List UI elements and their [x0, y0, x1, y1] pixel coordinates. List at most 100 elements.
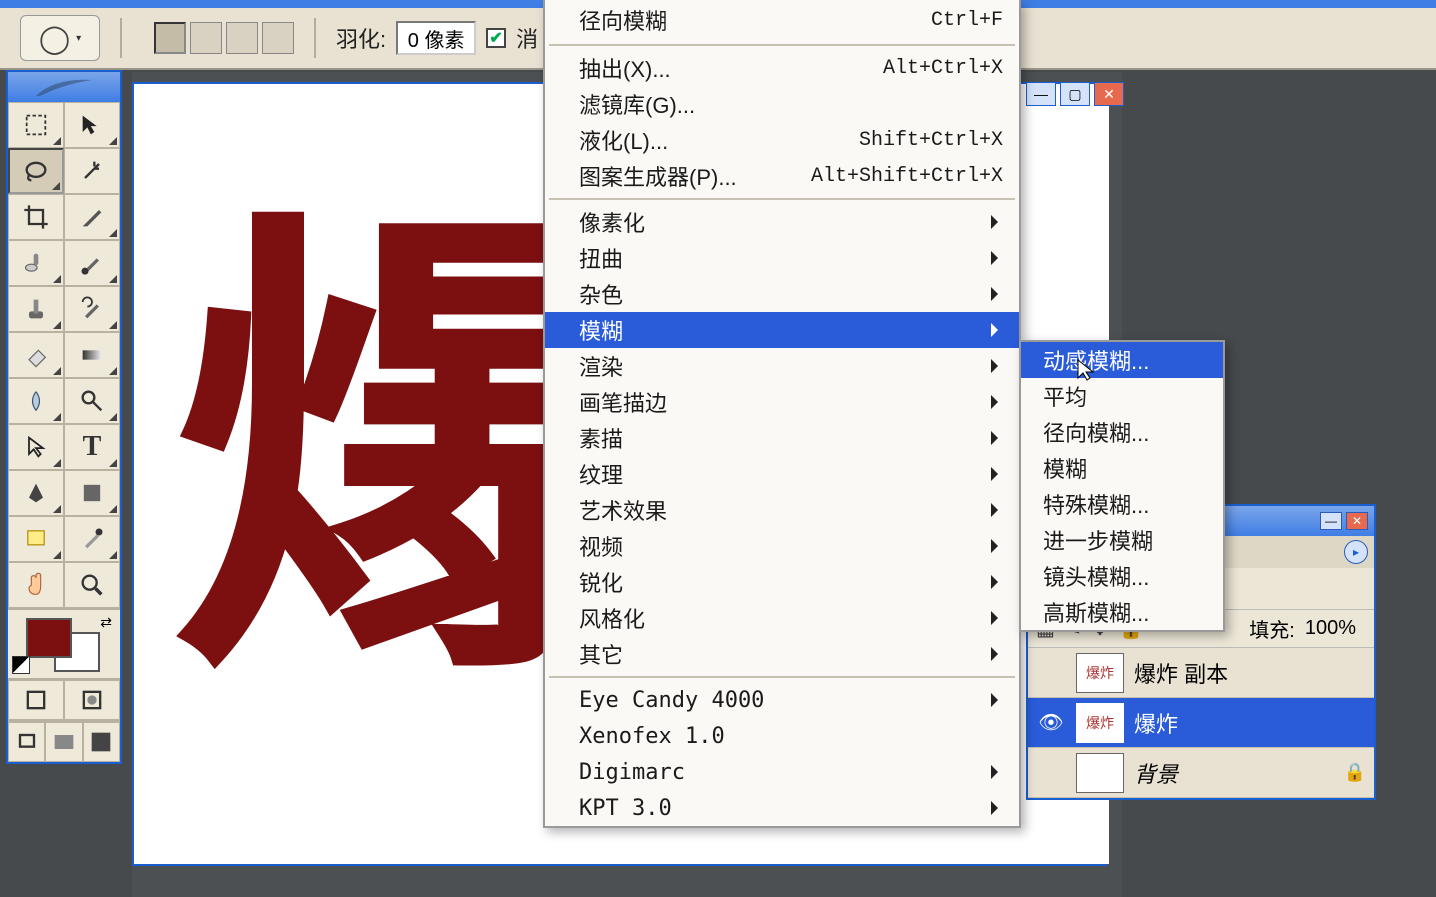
default-colors-icon[interactable]	[12, 656, 30, 674]
menu-brush-strokes[interactable]: 画笔描边	[545, 384, 1019, 420]
eraser-tool[interactable]	[8, 332, 64, 378]
standard-mode-button[interactable]	[8, 680, 64, 720]
layer-thumbnail[interactable]: 爆炸	[1076, 703, 1124, 743]
layer-row[interactable]: 👁 爆炸 爆炸	[1028, 698, 1374, 748]
antialias-checkbox[interactable]: ✔	[486, 28, 506, 48]
submenu-arrow-icon	[991, 575, 1005, 589]
layer-name[interactable]: 背景	[1134, 757, 1178, 789]
eyedropper-tool[interactable]	[64, 516, 120, 562]
foreground-color-swatch[interactable]	[26, 618, 72, 658]
layer-row[interactable]: 背景 🔒	[1028, 748, 1374, 798]
crop-tool[interactable]	[8, 194, 64, 240]
panel-minimize-button[interactable]: —	[1320, 512, 1342, 530]
menu-xenofex[interactable]: Xenofex 1.0	[545, 718, 1019, 754]
lock-icon: 🔒	[1344, 762, 1366, 783]
marquee-tool[interactable]	[8, 102, 64, 148]
path-selection-tool[interactable]	[8, 424, 64, 470]
maximize-button[interactable]: ▢	[1060, 82, 1090, 106]
menu-pattern-maker[interactable]: 图案生成器(P)...Alt+Shift+Ctrl+X	[545, 158, 1019, 194]
panel-close-button[interactable]: ✕	[1346, 512, 1368, 530]
submenu-blur[interactable]: 模糊	[1021, 450, 1223, 486]
menu-label: 径向模糊	[579, 4, 667, 36]
menu-sketch[interactable]: 素描	[545, 420, 1019, 456]
close-button[interactable]: ✕	[1094, 82, 1124, 106]
menu-sharpen[interactable]: 锐化	[545, 564, 1019, 600]
submenu-gaussian-blur[interactable]: 高斯模糊...	[1021, 594, 1223, 630]
magic-wand-tool[interactable]	[64, 148, 120, 194]
lasso-icon: ◯	[39, 22, 70, 55]
menu-shortcut: Ctrl+F	[931, 9, 1003, 32]
menu-video[interactable]: 视频	[545, 528, 1019, 564]
submenu-arrow-icon	[991, 467, 1005, 481]
feather-input[interactable]	[396, 21, 476, 55]
layer-thumbnail[interactable]: 爆炸	[1076, 653, 1124, 693]
tool-grid: T	[8, 102, 120, 608]
menu-noise[interactable]: 杂色	[545, 276, 1019, 312]
swap-colors-icon[interactable]: ⇄	[100, 614, 112, 631]
selection-intersect-button[interactable]	[262, 22, 294, 54]
submenu-average[interactable]: 平均	[1021, 378, 1223, 414]
menu-digimarc[interactable]: Digimarc	[545, 754, 1019, 790]
menu-pixelate[interactable]: 像素化	[545, 204, 1019, 240]
menu-last-filter[interactable]: 径向模糊 Ctrl+F	[545, 0, 1019, 40]
brush-tool[interactable]	[64, 240, 120, 286]
menu-other[interactable]: 其它	[545, 636, 1019, 672]
blur-tool[interactable]	[8, 378, 64, 424]
type-tool[interactable]: T	[64, 424, 120, 470]
selection-subtract-button[interactable]	[226, 22, 258, 54]
tool-preset-picker[interactable]: ◯ ▾	[20, 15, 100, 61]
screen-menubar-button[interactable]	[45, 722, 82, 762]
chevron-down-icon: ▾	[76, 33, 81, 44]
screen-full-button[interactable]	[83, 722, 120, 762]
healing-brush-tool[interactable]	[8, 240, 64, 286]
notes-tool[interactable]	[8, 516, 64, 562]
menu-distort[interactable]: 扭曲	[545, 240, 1019, 276]
screen-mode-row	[8, 720, 120, 762]
menu-filter-gallery[interactable]: 滤镜库(G)...	[545, 86, 1019, 122]
hand-tool[interactable]	[8, 562, 64, 608]
fill-value[interactable]: 100%	[1305, 617, 1356, 640]
menu-liquify[interactable]: 液化(L)...Shift+Ctrl+X	[545, 122, 1019, 158]
submenu-arrow-icon	[991, 359, 1005, 373]
panel-menu-button[interactable]: ▸	[1344, 540, 1368, 564]
slice-tool[interactable]	[64, 194, 120, 240]
clone-stamp-tool[interactable]	[8, 286, 64, 332]
submenu-arrow-icon	[991, 431, 1005, 445]
layer-name[interactable]: 爆炸 副本	[1134, 657, 1228, 689]
menu-stylize[interactable]: 风格化	[545, 600, 1019, 636]
menu-render[interactable]: 渲染	[545, 348, 1019, 384]
submenu-motion-blur[interactable]: 动感模糊...	[1021, 342, 1223, 378]
layer-row[interactable]: 爆炸 爆炸 副本	[1028, 648, 1374, 698]
screen-standard-button[interactable]	[8, 722, 45, 762]
visibility-toggle[interactable]: 👁	[1036, 710, 1066, 735]
submenu-blur-more[interactable]: 进一步模糊	[1021, 522, 1223, 558]
history-brush-tool[interactable]	[64, 286, 120, 332]
menu-artistic[interactable]: 艺术效果	[545, 492, 1019, 528]
menu-blur[interactable]: 模糊	[545, 312, 1019, 348]
menu-extract[interactable]: 抽出(X)...Alt+Ctrl+X	[545, 50, 1019, 86]
submenu-lens-blur[interactable]: 镜头模糊...	[1021, 558, 1223, 594]
dodge-tool[interactable]	[64, 378, 120, 424]
lasso-tool[interactable]	[8, 148, 64, 194]
document-window-controls: — ▢ ✕	[1026, 82, 1124, 106]
minimize-button[interactable]: —	[1026, 82, 1056, 106]
menu-separator	[549, 676, 1015, 678]
selection-add-button[interactable]	[190, 22, 222, 54]
zoom-tool[interactable]	[64, 562, 120, 608]
quick-mask-button[interactable]	[64, 680, 120, 720]
separator	[314, 18, 316, 58]
menu-eyecandy[interactable]: Eye Candy 4000	[545, 682, 1019, 718]
menu-kpt[interactable]: KPT 3.0	[545, 790, 1019, 826]
menu-texture[interactable]: 纹理	[545, 456, 1019, 492]
layer-thumbnail[interactable]	[1076, 753, 1124, 793]
submenu-arrow-icon	[991, 539, 1005, 553]
selection-new-button[interactable]	[154, 22, 186, 54]
submenu-smart-blur[interactable]: 特殊模糊...	[1021, 486, 1223, 522]
pen-tool[interactable]	[8, 470, 64, 516]
submenu-radial-blur[interactable]: 径向模糊...	[1021, 414, 1223, 450]
gradient-tool[interactable]	[64, 332, 120, 378]
toolbox-header[interactable]	[8, 72, 120, 102]
move-tool[interactable]	[64, 102, 120, 148]
shape-tool[interactable]	[64, 470, 120, 516]
layer-name[interactable]: 爆炸	[1134, 707, 1178, 739]
